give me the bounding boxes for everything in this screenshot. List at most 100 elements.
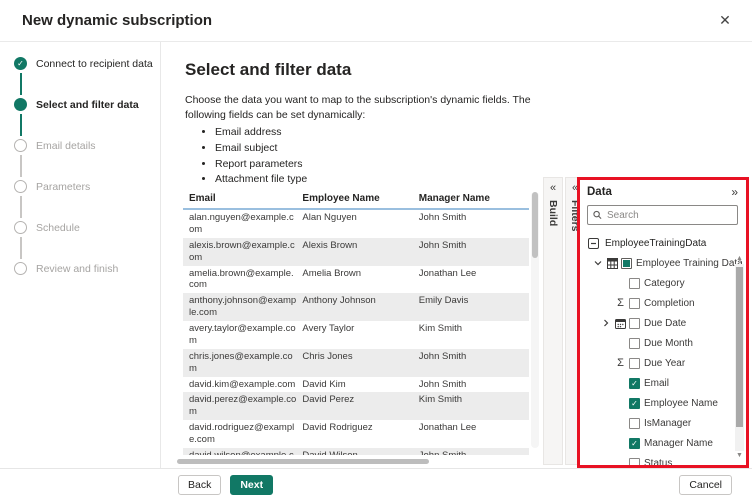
- chevron-down-icon[interactable]: [591, 259, 604, 267]
- main-content: Select and filter data Choose the data y…: [161, 42, 752, 468]
- table-cell: david.kim@example.com: [183, 377, 302, 393]
- tree-field-due-year[interactable]: ΣDue Year: [587, 353, 738, 373]
- table-cell: John Smith: [419, 448, 529, 455]
- tree-field-due-date[interactable]: Due Date: [587, 313, 738, 333]
- tree-node-table[interactable]: Employee Training Data: [587, 253, 738, 273]
- search-input[interactable]: [607, 210, 732, 221]
- table-icon: [604, 258, 621, 269]
- field-label: Category: [644, 278, 685, 289]
- table-row: avery.taylor@example.comAvery TaylorKim …: [183, 321, 529, 349]
- table-cell: Anthony Johnson: [302, 293, 418, 321]
- tree-field-category[interactable]: Category: [587, 273, 738, 293]
- tree-field-email[interactable]: ✓Email: [587, 373, 738, 393]
- stepper-step-email-details[interactable]: Email details: [14, 138, 160, 153]
- chevron-right-icon[interactable]: [599, 319, 612, 327]
- unchecked-checkbox[interactable]: [629, 298, 640, 309]
- step-label: Select and filter data: [36, 99, 139, 111]
- table-row: david.kim@example.comDavid KimJohn Smith: [183, 377, 529, 393]
- table-cell: John Smith: [419, 209, 529, 238]
- checked-checkbox[interactable]: ✓: [629, 378, 640, 389]
- stepper-step-review-and-finish[interactable]: Review and finish: [14, 261, 160, 276]
- unchecked-checkbox[interactable]: [629, 418, 640, 429]
- next-button[interactable]: Next: [230, 475, 273, 495]
- back-button[interactable]: Back: [178, 475, 221, 495]
- field-tree-scrollbar[interactable]: ▲ ▼: [735, 255, 744, 460]
- table-row: david.perez@example.comDavid PerezKim Sm…: [183, 392, 529, 420]
- page-title: Select and filter data: [185, 60, 752, 80]
- data-preview-table: EmailEmployee NameManager Name alan.nguy…: [183, 190, 529, 455]
- step-connector: [20, 73, 22, 95]
- step-connector: [20, 155, 22, 177]
- table-cell: chris.jones@example.com: [183, 349, 302, 377]
- table-cell: Chris Jones: [302, 349, 418, 377]
- list-item: Report parameters: [215, 158, 752, 172]
- table-cell: david.perez@example.com: [183, 392, 302, 420]
- expand-build-pane-icon[interactable]: «: [550, 183, 556, 194]
- stepper-step-select-and-filter-data[interactable]: Select and filter data: [14, 97, 160, 112]
- scroll-up-arrow-icon[interactable]: ▲: [736, 255, 743, 263]
- cancel-button[interactable]: Cancel: [679, 475, 732, 495]
- horizontal-scroll-thumb[interactable]: [177, 459, 429, 464]
- stepper-step-schedule[interactable]: Schedule: [14, 220, 160, 235]
- step-label: Schedule: [36, 222, 80, 234]
- table-horizontal-scrollbar[interactable]: [177, 458, 539, 465]
- tree-field-due-month[interactable]: Due Month: [587, 333, 738, 353]
- table-cell: Emily Davis: [419, 293, 529, 321]
- table-cell: David Kim: [302, 377, 418, 393]
- tree-scroll-thumb[interactable]: [736, 267, 743, 427]
- field-label: Manager Name: [644, 438, 713, 449]
- field-label: Due Date: [644, 318, 686, 329]
- tree-field-employee-name[interactable]: ✓Employee Name: [587, 393, 738, 413]
- tree-field-completion[interactable]: Σ Completion: [587, 293, 738, 313]
- unchecked-checkbox[interactable]: [629, 318, 640, 329]
- step-connector: [20, 196, 22, 218]
- table-cell: Alexis Brown: [302, 238, 418, 266]
- stepper-step-connect-to-recipient-data[interactable]: ✓ Connect to recipient data: [14, 56, 160, 71]
- checked-checkbox[interactable]: ✓: [629, 438, 640, 449]
- step-label: Connect to recipient data: [36, 58, 153, 70]
- stepper-step-parameters[interactable]: Parameters: [14, 179, 160, 194]
- table-vertical-scrollbar[interactable]: [531, 192, 539, 448]
- table-cell: John Smith: [419, 377, 529, 393]
- step-circle-icon: [14, 180, 27, 193]
- description-text: Choose the data you want to map to the s…: [185, 93, 567, 123]
- tree-field-status[interactable]: Status: [587, 453, 738, 465]
- unchecked-checkbox[interactable]: [629, 458, 640, 466]
- tree-field-manager-name[interactable]: ✓ Manager Name: [587, 433, 738, 453]
- field-label: Status: [644, 458, 672, 466]
- collapse-data-pane-icon[interactable]: »: [731, 186, 738, 198]
- unchecked-checkbox[interactable]: [629, 338, 640, 349]
- scroll-down-arrow-icon[interactable]: ▼: [736, 452, 743, 460]
- table-checkbox[interactable]: [621, 258, 632, 269]
- column-header: Email: [183, 190, 302, 209]
- tree-node-semantic-model[interactable]: EmployeeTrainingData: [587, 233, 738, 253]
- table-row: chris.jones@example.comChris JonesJohn S…: [183, 349, 529, 377]
- unchecked-checkbox[interactable]: [629, 278, 640, 289]
- table-cell: alexis.brown@example.com: [183, 238, 302, 266]
- vertical-scroll-thumb[interactable]: [532, 192, 538, 258]
- step-check-icon: ✓: [14, 57, 27, 70]
- close-icon[interactable]: ✕: [714, 10, 736, 32]
- step-connector: [20, 237, 22, 259]
- step-label: Parameters: [36, 181, 90, 193]
- dialog-footer: Back Next Cancel: [0, 468, 752, 500]
- search-icon: [593, 210, 602, 220]
- field-label: Due Month: [644, 338, 693, 349]
- table-cell: David Rodriguez: [302, 420, 418, 448]
- table-row: anthony.johnson@example.comAnthony Johns…: [183, 293, 529, 321]
- table-cell: anthony.johnson@example.com: [183, 293, 302, 321]
- data-pane-title: Data: [587, 186, 612, 198]
- table-row: alan.nguyen@example.comAlan NguyenJohn S…: [183, 209, 529, 238]
- field-label: Completion: [644, 298, 695, 309]
- table-cell: Jonathan Lee: [419, 266, 529, 294]
- table-cell: Kim Smith: [419, 392, 529, 420]
- table-cell: alan.nguyen@example.com: [183, 209, 302, 238]
- tree-field-ismanager[interactable]: IsManager: [587, 413, 738, 433]
- build-pane-collapsed[interactable]: « Build: [543, 177, 563, 465]
- unchecked-checkbox[interactable]: [629, 358, 640, 369]
- field-search-box[interactable]: [587, 205, 738, 225]
- checked-checkbox[interactable]: ✓: [629, 398, 640, 409]
- sigma-icon: Σ: [612, 297, 629, 309]
- table-cell: avery.taylor@example.com: [183, 321, 302, 349]
- tree-node-label: EmployeeTrainingData: [605, 238, 706, 249]
